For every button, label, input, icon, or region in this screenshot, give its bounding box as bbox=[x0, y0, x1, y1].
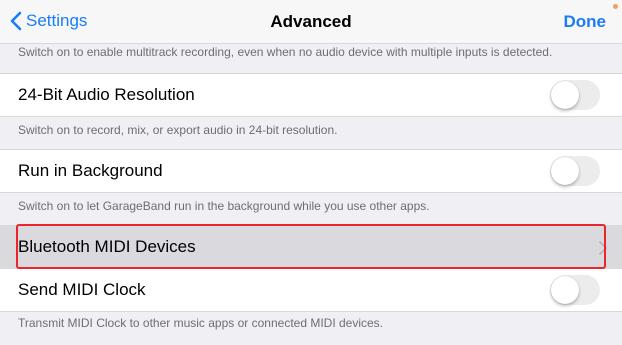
page-title: Advanced bbox=[270, 12, 352, 31]
send-midi-clock-label: Send MIDI Clock bbox=[18, 280, 146, 299]
toggle-knob bbox=[551, 276, 579, 304]
audio-resolution-toggle[interactable] bbox=[550, 80, 600, 110]
run-in-background-label: Run in Background bbox=[18, 161, 163, 180]
advanced-settings-screen: Settings Advanced Done Switch on to enab… bbox=[0, 0, 622, 345]
send-midi-clock-toggle[interactable] bbox=[550, 275, 600, 305]
audio-resolution-footnote: Switch on to record, mix, or export audi… bbox=[18, 123, 338, 137]
navigation-bar: Settings Advanced Done bbox=[0, 0, 622, 44]
send-midi-clock-row: Send MIDI Clock bbox=[0, 268, 622, 312]
status-indicator-dot bbox=[613, 4, 618, 9]
audio-resolution-label: 24-Bit Audio Resolution bbox=[18, 85, 195, 104]
chevron-right-icon bbox=[599, 241, 607, 255]
toggle-knob bbox=[551, 81, 579, 109]
bluetooth-midi-devices-label: Bluetooth MIDI Devices bbox=[18, 237, 196, 256]
midi-clock-footnote: Transmit MIDI Clock to other music apps … bbox=[18, 316, 384, 330]
run-in-background-row: Run in Background bbox=[0, 149, 622, 193]
audio-resolution-row: 24-Bit Audio Resolution bbox=[0, 73, 622, 117]
background-footnote: Switch on to let GarageBand run in the b… bbox=[18, 199, 430, 213]
bluetooth-midi-devices-row[interactable]: Bluetooth MIDI Devices bbox=[0, 225, 622, 269]
multitrack-footnote: Switch on to enable multitrack recording… bbox=[18, 45, 553, 59]
toggle-knob bbox=[551, 157, 579, 185]
done-button[interactable]: Done bbox=[564, 12, 607, 32]
run-in-background-toggle[interactable] bbox=[550, 156, 600, 186]
